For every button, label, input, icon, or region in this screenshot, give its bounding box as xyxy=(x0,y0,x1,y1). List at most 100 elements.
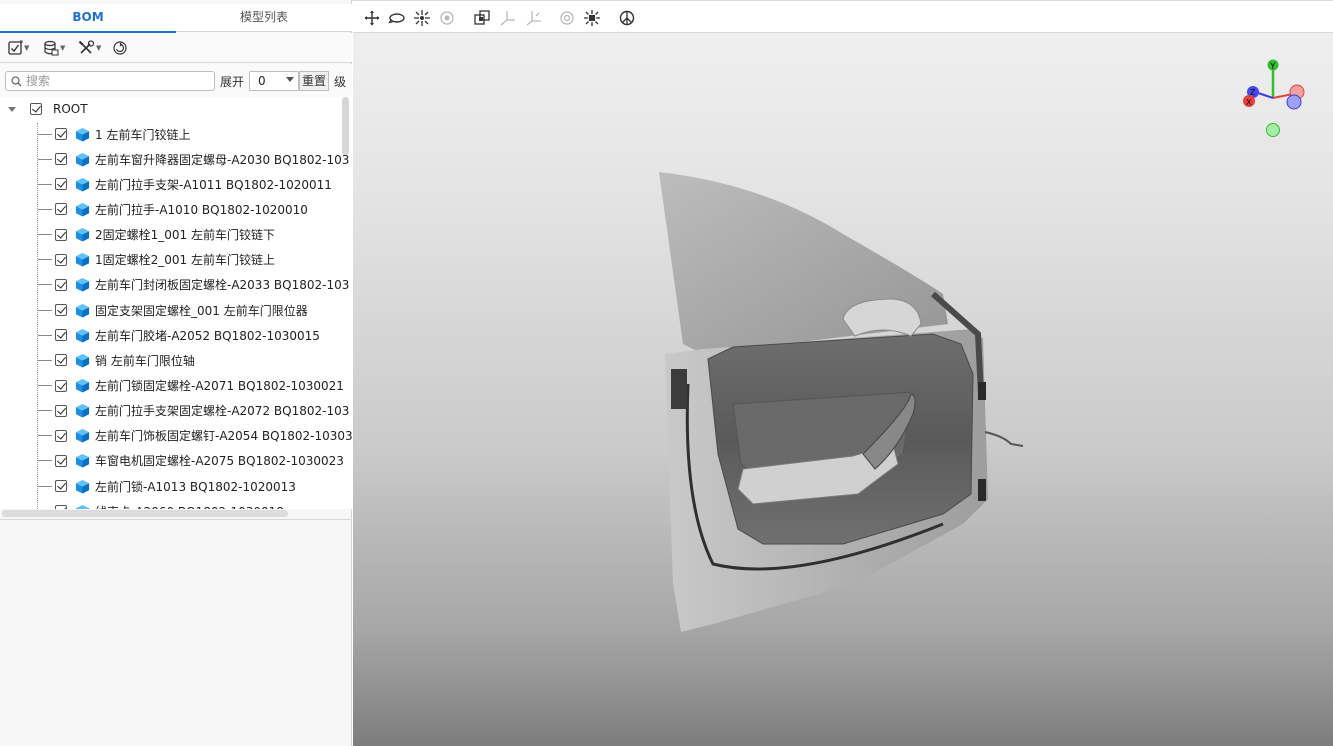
part-checkbox[interactable] xyxy=(55,128,67,140)
part-checkbox[interactable] xyxy=(55,480,67,493)
part-label: 左前车窗升降器固定螺母-A2030 BQ1802-103 xyxy=(95,152,350,167)
pan-icon[interactable] xyxy=(363,9,381,27)
tree-row[interactable]: 左前门拉手支架-A1011 BQ1802-1020011 xyxy=(0,172,352,196)
tab-bom[interactable]: BOM xyxy=(0,4,176,33)
select-check-icon xyxy=(8,40,23,55)
tree-row[interactable]: 车窗电机固定螺栓-A2075 BQ1802-1030023 xyxy=(0,449,352,473)
part-cube-icon xyxy=(75,278,90,292)
tree-row[interactable]: 销 左前车门限位轴 xyxy=(0,348,352,372)
tree-row[interactable]: 2固定螺栓1_001 左前车门铰链下 xyxy=(0,223,352,247)
latch-bracket xyxy=(671,369,687,409)
hinge-upper xyxy=(978,382,986,400)
part-label: 1 左前车门铰链上 xyxy=(95,127,191,142)
target-icon[interactable] xyxy=(438,9,456,27)
axis-alt-icon[interactable] xyxy=(525,9,543,27)
tree-row[interactable]: 固定支架固定螺栓_001 左前车门限位器 xyxy=(0,298,352,322)
reset-button[interactable]: 重置 xyxy=(299,71,329,91)
tree-connector xyxy=(38,460,52,462)
part-checkbox[interactable] xyxy=(55,178,67,191)
part-cube-icon xyxy=(75,479,90,494)
part-cube-icon xyxy=(75,328,90,343)
tree-row[interactable]: 1 左前车门铰链上 xyxy=(0,122,352,146)
part-checkbox[interactable] xyxy=(55,253,67,266)
chevron-down-icon: ▼ xyxy=(24,44,30,52)
part-cube-icon xyxy=(75,303,90,318)
x-axis-label: X xyxy=(1246,98,1252,107)
panel-divider xyxy=(0,519,352,520)
panel-tabs: BOM 模型列表 xyxy=(0,4,352,33)
root-checkbox[interactable] xyxy=(30,103,42,115)
tree-row[interactable]: 左前车门饰板固定螺钉-A2054 BQ1802-10303 xyxy=(0,424,352,448)
tree-row[interactable]: 线束卡-A2060 BQ1802-1030018 xyxy=(0,499,352,509)
part-checkbox[interactable] xyxy=(55,505,67,509)
search-box[interactable] xyxy=(5,71,215,91)
part-checkbox[interactable] xyxy=(55,228,67,241)
neg-z-axis-handle[interactable] xyxy=(1286,94,1302,110)
tab-model-list[interactable]: 模型列表 xyxy=(176,4,352,32)
rotate-icon[interactable] xyxy=(388,9,406,27)
door-3d-model[interactable] xyxy=(643,164,1043,644)
chevron-down-icon xyxy=(286,77,294,82)
neg-y-axis-handle[interactable] xyxy=(1266,123,1280,137)
part-label: 1固定螺栓2_001 左前车门铰链上 xyxy=(95,253,275,268)
tree-row[interactable]: 左前车门封闭板固定螺栓-A2033 BQ1802-103 xyxy=(0,273,352,297)
part-checkbox[interactable] xyxy=(55,203,67,216)
refresh-icon xyxy=(113,41,127,55)
part-checkbox[interactable] xyxy=(55,278,67,291)
part-label: 左前车门胶堵-A2052 BQ1802-1030015 xyxy=(95,328,320,343)
part-cube-icon xyxy=(75,228,90,242)
search-input[interactable] xyxy=(26,73,210,89)
tree-connector xyxy=(38,359,52,361)
part-label: 左前门锁固定螺栓-A2071 BQ1802-1030021 xyxy=(95,379,344,393)
tree-vertical-scrollbar[interactable] xyxy=(342,97,349,155)
part-label: 左前门拉手支架固定螺栓-A2072 BQ1802-103 xyxy=(95,404,350,419)
tree-row[interactable]: 左前车门胶堵-A2052 BQ1802-1030015 xyxy=(0,323,352,347)
database-icon xyxy=(44,40,59,56)
tree-connector xyxy=(38,133,52,135)
section-box-icon[interactable] xyxy=(473,9,491,27)
refresh-button[interactable] xyxy=(112,38,128,58)
tree-row[interactable]: 左前门锁-A1013 BQ1802-1020013 xyxy=(0,474,352,498)
part-checkbox[interactable] xyxy=(55,304,67,317)
tree-row[interactable]: 左前门拉手支架固定螺栓-A2072 BQ1802-103 xyxy=(0,399,352,423)
y-axis-label: Y xyxy=(1269,62,1276,72)
part-label: 左前车门封闭板固定螺栓-A2033 BQ1802-103 xyxy=(95,278,350,293)
part-checkbox[interactable] xyxy=(55,379,67,392)
tree-row[interactable]: 左前门拉手-A1010 BQ1802-1020010 xyxy=(0,197,352,221)
database-button[interactable]: ▼ xyxy=(43,38,65,58)
panel-toolbar: ▼ ▼ ▼ xyxy=(0,33,352,63)
part-cube-icon xyxy=(75,404,90,418)
focus-icon[interactable] xyxy=(558,9,576,27)
render-mode-icon[interactable] xyxy=(618,9,636,27)
bom-panel: BOM 模型列表 ▼ ▼ ▼ 展开 xyxy=(0,0,352,746)
tree-row[interactable]: 左前车窗升降器固定螺母-A2030 BQ1802-103 xyxy=(0,147,352,171)
tree-root-label: ROOT xyxy=(53,102,88,116)
expand-level-value: 0 xyxy=(258,74,266,88)
part-cube-icon xyxy=(75,253,90,267)
part-cube-icon xyxy=(75,378,90,393)
axis-icon[interactable] xyxy=(499,9,517,27)
tree-connector xyxy=(38,435,52,437)
part-checkbox[interactable] xyxy=(55,404,67,417)
part-checkbox[interactable] xyxy=(55,454,67,467)
axis-gizmo[interactable]: Y Z X xyxy=(1241,56,1311,142)
part-checkbox[interactable] xyxy=(55,329,67,342)
expand-level-select[interactable]: 0 xyxy=(249,71,299,91)
tree-row[interactable]: 左前门锁固定螺栓-A2071 BQ1802-1030021 xyxy=(0,374,352,398)
tree-horizontal-scrollbar[interactable] xyxy=(2,510,288,517)
part-cube-icon xyxy=(75,504,90,509)
tree-row[interactable]: 1固定螺栓2_001 左前车门铰链上 xyxy=(0,248,352,272)
fit-icon[interactable] xyxy=(583,9,601,27)
part-label: 左前门拉手-A1010 BQ1802-1020010 xyxy=(95,202,308,217)
3d-viewport[interactable]: Y Z X xyxy=(353,4,1333,746)
part-checkbox[interactable] xyxy=(55,153,67,166)
explode-icon[interactable] xyxy=(413,9,431,27)
tree-connector xyxy=(38,410,52,412)
part-checkbox[interactable] xyxy=(55,429,67,442)
collapse-triangle-icon[interactable] xyxy=(7,104,17,114)
app-window: BOM 模型列表 ▼ ▼ ▼ 展开 xyxy=(0,0,1333,746)
tools-button[interactable]: ▼ xyxy=(78,38,101,58)
tree-root-row[interactable]: ROOT xyxy=(0,97,352,121)
part-checkbox[interactable] xyxy=(55,354,67,367)
select-check-button[interactable]: ▼ xyxy=(7,38,29,58)
